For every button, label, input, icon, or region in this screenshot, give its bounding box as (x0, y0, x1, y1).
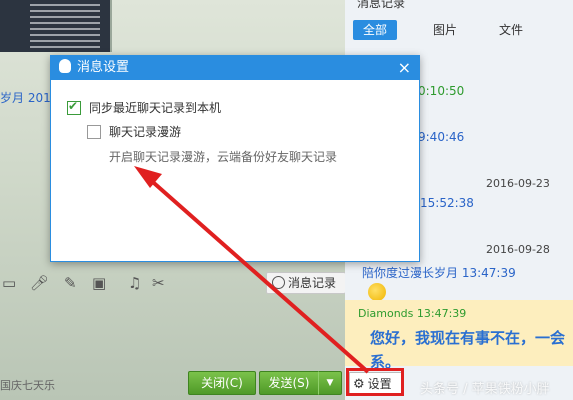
annotation-arrow (134, 166, 370, 374)
